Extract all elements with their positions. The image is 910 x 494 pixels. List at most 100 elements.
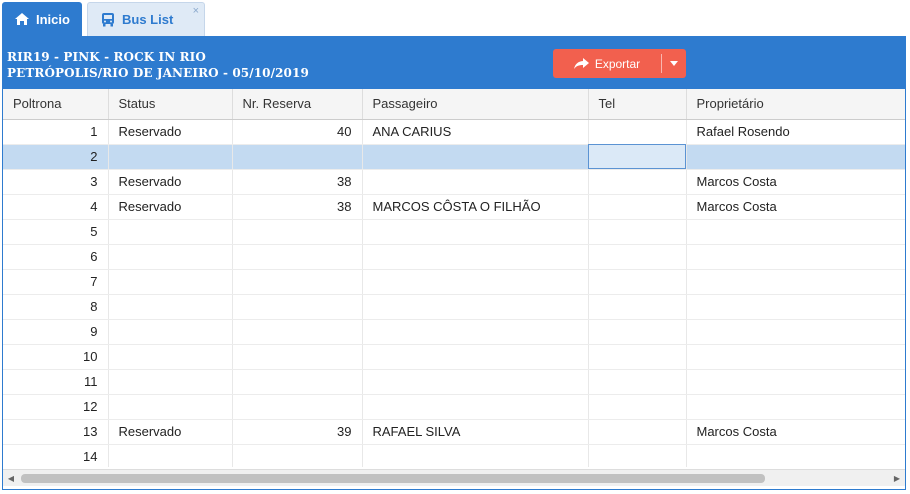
col-tel-header[interactable]: Tel <box>588 89 687 120</box>
table-row[interactable]: 11 <box>3 369 905 395</box>
col-nr-reserva-header[interactable]: Nr. Reserva <box>232 89 363 120</box>
col-tel-cell[interactable] <box>588 144 687 170</box>
col-passageiro-cell[interactable] <box>362 444 589 467</box>
col-status-cell[interactable] <box>108 369 233 395</box>
table-row[interactable]: 10 <box>3 344 905 370</box>
col-tel-cell[interactable] <box>588 269 687 295</box>
col-nr-reserva-cell[interactable]: 40 <box>232 119 363 145</box>
col-proprietario-cell[interactable] <box>686 244 905 270</box>
col-nr-reserva-cell[interactable] <box>232 269 363 295</box>
col-proprietario-cell[interactable] <box>686 319 905 345</box>
close-icon[interactable]: × <box>193 5 199 17</box>
col-poltrona-cell[interactable]: 9 <box>3 319 109 345</box>
table-row[interactable]: 12 <box>3 394 905 420</box>
table-row[interactable]: 1 Reservado 40 ANA CARIUS Rafael Rosendo <box>3 119 905 145</box>
col-nr-reserva-cell[interactable]: 39 <box>232 419 363 445</box>
col-status-cell[interactable]: Reservado <box>108 119 233 145</box>
col-proprietario-cell[interactable]: Rafael Rosendo <box>686 119 905 145</box>
table-row[interactable]: 13 Reservado 39 RAFAEL SILVA Marcos Costa <box>3 419 905 445</box>
col-passageiro-cell[interactable] <box>362 269 589 295</box>
col-passageiro-cell[interactable] <box>362 219 589 245</box>
col-status-header[interactable]: Status <box>108 89 233 120</box>
col-tel-cell[interactable] <box>588 419 687 445</box>
table-row[interactable]: 7 <box>3 269 905 295</box>
col-nr-reserva-cell[interactable]: 38 <box>232 169 363 195</box>
col-tel-cell[interactable] <box>588 444 687 467</box>
col-proprietario-cell[interactable]: Marcos Costa <box>686 419 905 445</box>
col-nr-reserva-cell[interactable] <box>232 319 363 345</box>
col-passageiro-cell[interactable] <box>362 244 589 270</box>
col-proprietario-cell[interactable] <box>686 269 905 295</box>
col-poltrona-cell[interactable]: 6 <box>3 244 109 270</box>
col-tel-cell[interactable] <box>588 169 687 195</box>
col-passageiro-cell[interactable]: MARCOS CÔSTA O FILHÃO <box>362 194 589 220</box>
col-proprietario-cell[interactable] <box>686 144 905 170</box>
col-nr-reserva-cell[interactable] <box>232 369 363 395</box>
tab-inicio[interactable]: Inicio <box>2 2 82 36</box>
table-row[interactable]: 5 <box>3 219 905 245</box>
col-tel-cell[interactable] <box>588 244 687 270</box>
export-button[interactable]: Exportar <box>553 49 686 78</box>
scroll-thumb[interactable] <box>21 474 765 483</box>
col-passageiro-cell[interactable] <box>362 344 589 370</box>
col-tel-cell[interactable] <box>588 344 687 370</box>
col-tel-cell[interactable] <box>588 294 687 320</box>
col-tel-cell[interactable] <box>588 369 687 395</box>
col-status-cell[interactable] <box>108 219 233 245</box>
horizontal-scrollbar[interactable]: ◀ ▶ <box>3 469 905 486</box>
col-status-cell[interactable] <box>108 144 233 170</box>
col-poltrona-cell[interactable]: 11 <box>3 369 109 395</box>
col-passageiro-header[interactable]: Passageiro <box>362 89 589 120</box>
col-passageiro-cell[interactable] <box>362 169 589 195</box>
col-proprietario-cell[interactable] <box>686 294 905 320</box>
col-nr-reserva-cell[interactable] <box>232 144 363 170</box>
col-tel-cell[interactable] <box>588 119 687 145</box>
col-passageiro-cell[interactable]: RAFAEL SILVA <box>362 419 589 445</box>
col-proprietario-cell[interactable]: Marcos Costa <box>686 169 905 195</box>
table-row[interactable]: 14 <box>3 444 905 467</box>
col-nr-reserva-cell[interactable] <box>232 444 363 467</box>
col-poltrona-cell[interactable]: 5 <box>3 219 109 245</box>
col-proprietario-cell[interactable] <box>686 219 905 245</box>
col-nr-reserva-cell[interactable] <box>232 394 363 420</box>
export-main[interactable]: Exportar <box>553 49 661 78</box>
col-status-cell[interactable]: Reservado <box>108 169 233 195</box>
table-row[interactable]: 3 Reservado 38 Marcos Costa <box>3 169 905 195</box>
table-row[interactable]: 8 <box>3 294 905 320</box>
col-status-cell[interactable]: Reservado <box>108 419 233 445</box>
col-tel-cell[interactable] <box>588 394 687 420</box>
col-status-cell[interactable] <box>108 394 233 420</box>
col-poltrona-cell[interactable]: 3 <box>3 169 109 195</box>
col-proprietario-cell[interactable] <box>686 444 905 467</box>
col-poltrona-header[interactable]: Poltrona <box>3 89 109 120</box>
col-nr-reserva-cell[interactable] <box>232 344 363 370</box>
col-proprietario-cell[interactable] <box>686 394 905 420</box>
col-nr-reserva-cell[interactable] <box>232 244 363 270</box>
col-passageiro-cell[interactable] <box>362 294 589 320</box>
export-dropdown-toggle[interactable] <box>662 49 686 78</box>
col-proprietario-cell[interactable]: Marcos Costa <box>686 194 905 220</box>
col-passageiro-cell[interactable] <box>362 319 589 345</box>
col-status-cell[interactable] <box>108 344 233 370</box>
table-row[interactable]: 6 <box>3 244 905 270</box>
col-poltrona-cell[interactable]: 8 <box>3 294 109 320</box>
table-row[interactable]: 2 <box>3 144 905 170</box>
col-tel-cell[interactable] <box>588 194 687 220</box>
scroll-right-icon[interactable]: ▶ <box>889 470 905 487</box>
col-passageiro-cell[interactable] <box>362 144 589 170</box>
col-poltrona-cell[interactable]: 14 <box>3 444 109 467</box>
col-poltrona-cell[interactable]: 4 <box>3 194 109 220</box>
col-proprietario-cell[interactable] <box>686 369 905 395</box>
col-status-cell[interactable] <box>108 319 233 345</box>
col-nr-reserva-cell[interactable]: 38 <box>232 194 363 220</box>
table-row[interactable]: 4 Reservado 38 MARCOS CÔSTA O FILHÃO Marcos … <box>3 194 905 220</box>
col-poltrona-cell[interactable]: 13 <box>3 419 109 445</box>
table-row[interactable]: 9 <box>3 319 905 345</box>
col-status-cell[interactable]: Reservado <box>108 194 233 220</box>
col-passageiro-cell[interactable]: ANA CARIUS <box>362 119 589 145</box>
scroll-left-icon[interactable]: ◀ <box>3 470 19 487</box>
col-nr-reserva-cell[interactable] <box>232 219 363 245</box>
col-status-cell[interactable] <box>108 244 233 270</box>
col-poltrona-cell[interactable]: 2 <box>3 144 109 170</box>
col-tel-cell[interactable] <box>588 219 687 245</box>
